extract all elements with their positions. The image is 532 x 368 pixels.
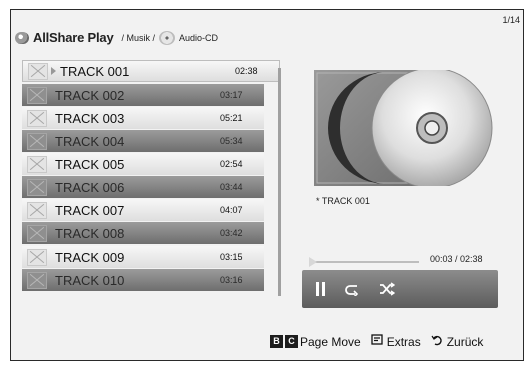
track-name: TRACK 010 <box>55 272 125 288</box>
track-duration: 02:38 <box>235 66 258 76</box>
extras-icon[interactable] <box>371 334 383 349</box>
breadcrumb-music[interactable]: / Musik / <box>122 33 156 43</box>
track-thumbnail-icon <box>28 62 48 80</box>
list-scrollbar[interactable] <box>278 68 281 296</box>
progress-knob[interactable] <box>309 257 317 267</box>
breadcrumb-audio-cd: Audio-CD <box>179 32 219 43</box>
track-row-10[interactable]: TRACK 010 03:16 <box>22 269 264 291</box>
track-duration: 03:17 <box>220 90 243 100</box>
shuffle-icon[interactable] <box>376 279 398 299</box>
repeat-icon[interactable] <box>342 279 364 299</box>
track-row-7[interactable]: TRACK 007 04:07 <box>22 199 264 221</box>
key-b-icon[interactable]: B <box>270 335 283 348</box>
track-name: TRACK 001 <box>60 63 130 79</box>
track-name: TRACK 004 <box>55 133 125 149</box>
playback-time: 00:03 / 02:38 <box>430 254 483 264</box>
pause-icon[interactable] <box>310 279 332 299</box>
breadcrumb: AllShare Play / Musik / Audio-CD <box>15 30 218 45</box>
now-playing-title: * TRACK 001 <box>316 196 370 206</box>
back-label: Zurück <box>446 334 484 349</box>
footer-hints: B C Page Move Extras Zurück <box>270 334 483 349</box>
track-thumbnail-icon <box>27 201 47 219</box>
track-name: TRACK 002 <box>55 87 125 103</box>
track-row-9[interactable]: TRACK 009 03:15 <box>22 246 264 268</box>
playback-controls <box>302 270 498 308</box>
album-art-cd-icon <box>314 70 493 186</box>
audio-cd-icon <box>159 30 176 45</box>
track-duration: 03:42 <box>220 228 243 238</box>
track-duration: 05:34 <box>220 136 243 146</box>
track-row-4[interactable]: TRACK 004 05:34 <box>22 130 264 152</box>
progress-track <box>311 261 419 263</box>
key-c-icon[interactable]: C <box>285 335 298 348</box>
track-name: TRACK 007 <box>55 202 125 218</box>
page-indicator: 1/14 <box>502 15 520 25</box>
extras-label: Extras <box>386 334 421 349</box>
track-name: TRACK 003 <box>55 110 125 126</box>
return-icon[interactable] <box>431 334 443 349</box>
now-playing-marker-icon <box>51 67 56 75</box>
track-row-2[interactable]: TRACK 002 03:17 <box>22 84 264 106</box>
track-name: TRACK 009 <box>55 249 125 265</box>
track-duration: 05:21 <box>220 113 243 123</box>
track-row-1[interactable]: TRACK 001 02:38 <box>22 60 280 82</box>
track-name: TRACK 005 <box>55 156 125 172</box>
track-duration: 03:44 <box>220 182 243 192</box>
track-duration: 04:07 <box>220 205 243 215</box>
track-thumbnail-icon <box>27 109 47 127</box>
track-duration: 02:54 <box>220 159 243 169</box>
track-name: TRACK 008 <box>55 225 125 241</box>
track-row-6[interactable]: TRACK 006 03:44 <box>22 176 264 198</box>
track-thumbnail-icon <box>27 224 47 242</box>
track-thumbnail-icon <box>27 178 47 196</box>
track-row-5[interactable]: TRACK 005 02:54 <box>22 153 264 175</box>
track-duration: 03:16 <box>220 275 243 285</box>
page-move-label: Page Move <box>300 334 361 349</box>
track-thumbnail-icon <box>27 86 47 104</box>
track-row-8[interactable]: TRACK 008 03:42 <box>22 222 264 244</box>
track-name: TRACK 006 <box>55 179 125 195</box>
app-title: AllShare Play <box>33 30 114 45</box>
track-thumbnail-icon <box>27 132 47 150</box>
track-thumbnail-icon <box>27 155 47 173</box>
playback-progress[interactable]: 00:03 / 02:38 <box>307 247 498 269</box>
track-thumbnail-icon <box>27 248 47 266</box>
allshare-icon <box>15 31 29 44</box>
track-row-3[interactable]: TRACK 003 05:21 <box>22 107 264 129</box>
track-list[interactable]: TRACK 001 02:38 TRACK 002 03:17 TRACK 00… <box>22 60 286 312</box>
track-duration: 03:15 <box>220 252 243 262</box>
track-thumbnail-icon <box>27 271 47 289</box>
